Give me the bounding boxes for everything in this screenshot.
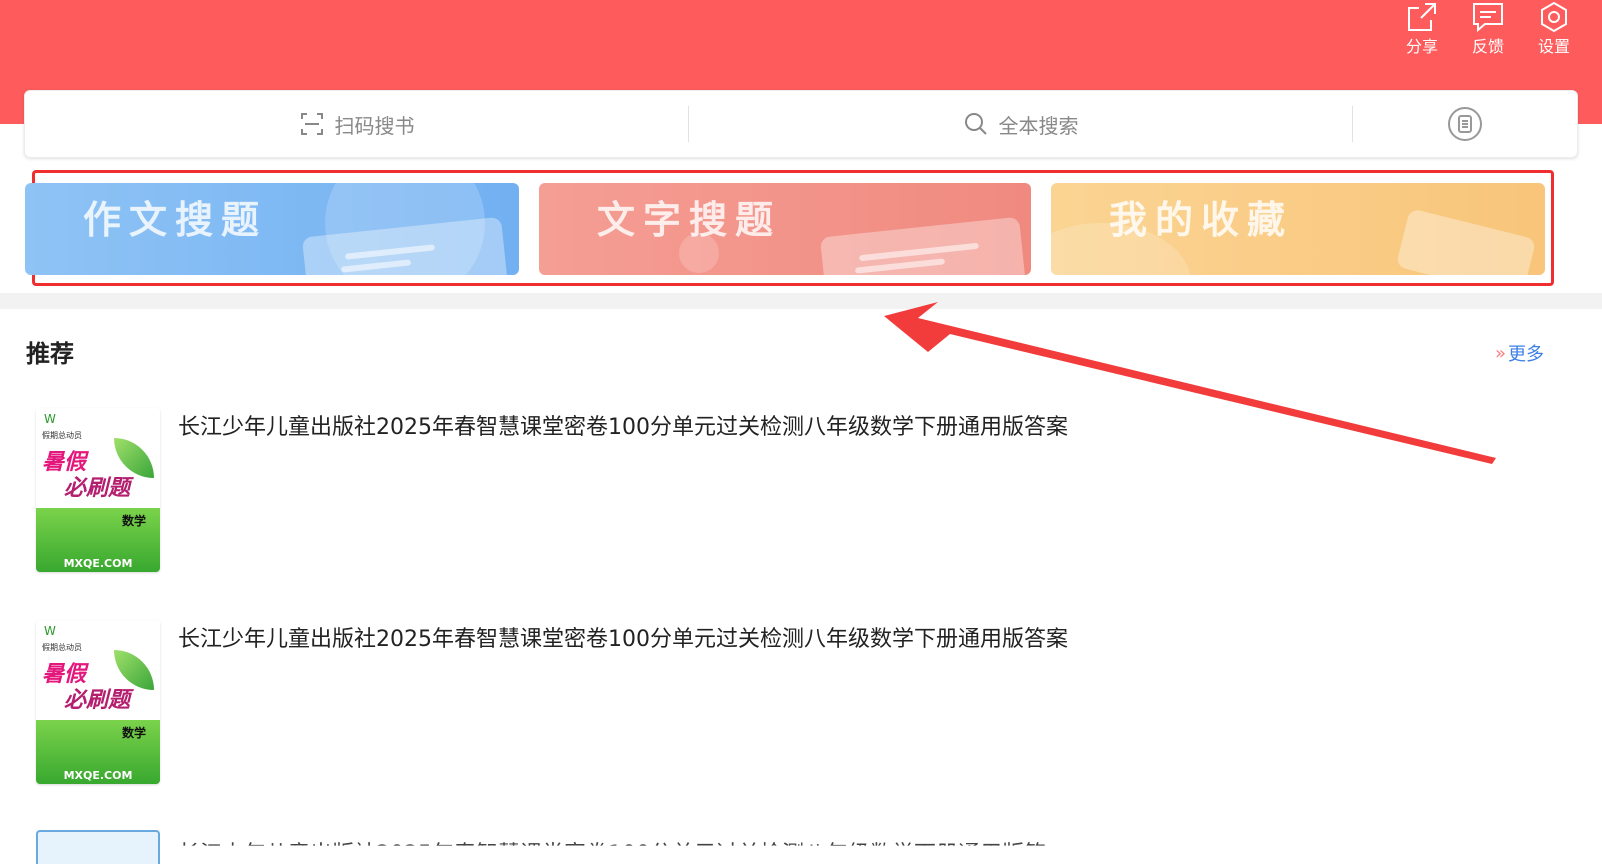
full-search-button[interactable]: 全本搜索 <box>689 91 1352 157</box>
scan-icon <box>300 113 323 135</box>
publisher-logo: W <box>44 412 56 426</box>
my-favorites-card[interactable]: 我的收藏 <box>1051 183 1545 275</box>
cover-subtitle: 假期总动员 <box>42 431 82 440</box>
publisher-logo: W <box>44 624 56 638</box>
recommend-title: 推荐 <box>26 340 74 368</box>
text-search-label: 文字搜题 <box>597 198 782 242</box>
cover-title-line2: 必刷题 <box>64 688 131 713</box>
feedback-button[interactable]: 反馈 <box>1470 0 1506 56</box>
essay-search-card[interactable]: 作文搜题 <box>25 183 519 275</box>
section-divider <box>0 293 1602 309</box>
feedback-icon <box>1473 3 1503 33</box>
book-list-item[interactable]: W 假期总动员 暑假 必刷题 数学 MXQE.COM 长江少年儿童出版社2025… <box>36 620 1136 790</box>
scan-search-button[interactable]: 扫码搜书 <box>25 91 688 157</box>
search-icon <box>964 113 987 135</box>
doc-icon <box>1395 208 1537 275</box>
share-button[interactable]: 分享 <box>1404 0 1440 56</box>
list-button[interactable] <box>1353 91 1577 157</box>
my-favorites-label: 我的收藏 <box>1109 198 1294 242</box>
list-icon <box>1448 107 1482 141</box>
book-cover-partial[interactable] <box>36 830 160 864</box>
cover-url: MXQE.COM <box>63 557 133 570</box>
cover-title-line2: 必刷题 <box>64 476 131 501</box>
cover-subject: 数学 <box>121 726 146 740</box>
app-root: 分享 反馈 设置 扫码搜书 全本搜索 作文搜题 文字搜题 我的收藏 推荐 » 更… <box>0 0 1602 864</box>
settings-button[interactable]: 设置 <box>1536 0 1572 56</box>
book-title: 长江少年儿童出版社2025年春智慧课堂密卷100分单元过关检测八年级数学下册通用… <box>178 415 1068 440</box>
feedback-label: 反馈 <box>1471 37 1504 56</box>
book-cover: W 假期总动员 暑假 必刷题 数学 MXQE.COM <box>36 620 160 784</box>
book-title: 长江少年儿童出版社2025年春智慧课堂密卷100分单元过关检测八年级数学下册通用… <box>178 627 1068 652</box>
share-icon <box>1408 3 1436 31</box>
double-chevron-icon: » <box>1494 342 1506 364</box>
cover-subtitle: 假期总动员 <box>42 643 82 652</box>
essay-search-label: 作文搜题 <box>83 198 268 242</box>
header-actions: 分享 反馈 设置 <box>1404 0 1572 56</box>
full-search-label: 全本搜索 <box>998 113 1079 138</box>
more-link[interactable]: » 更多 <box>1495 340 1544 366</box>
book-cover: W 假期总动员 暑假 必刷题 数学 MXQE.COM <box>36 408 160 572</box>
book-list-item[interactable]: W 假期总动员 暑假 必刷题 数学 MXQE.COM 长江少年儿童出版社2025… <box>36 408 1136 578</box>
search-bar: 扫码搜书 全本搜索 <box>24 90 1578 158</box>
book-title-partial[interactable]: 长江少年儿童出版社2025年春智慧课堂密卷100分单元过关检测八年级数学下册通用… <box>178 836 1046 846</box>
share-label: 分享 <box>1405 37 1438 56</box>
settings-icon <box>1541 1 1567 33</box>
cover-subject: 数学 <box>121 514 146 528</box>
scan-search-label: 扫码搜书 <box>334 113 415 138</box>
cover-url: MXQE.COM <box>63 769 133 782</box>
feature-cards-highlight: 作文搜题 文字搜题 我的收藏 <box>25 170 1554 286</box>
more-label: 更多 <box>1508 344 1544 365</box>
settings-label: 设置 <box>1537 37 1570 56</box>
text-search-card[interactable]: 文字搜题 <box>539 183 1031 275</box>
